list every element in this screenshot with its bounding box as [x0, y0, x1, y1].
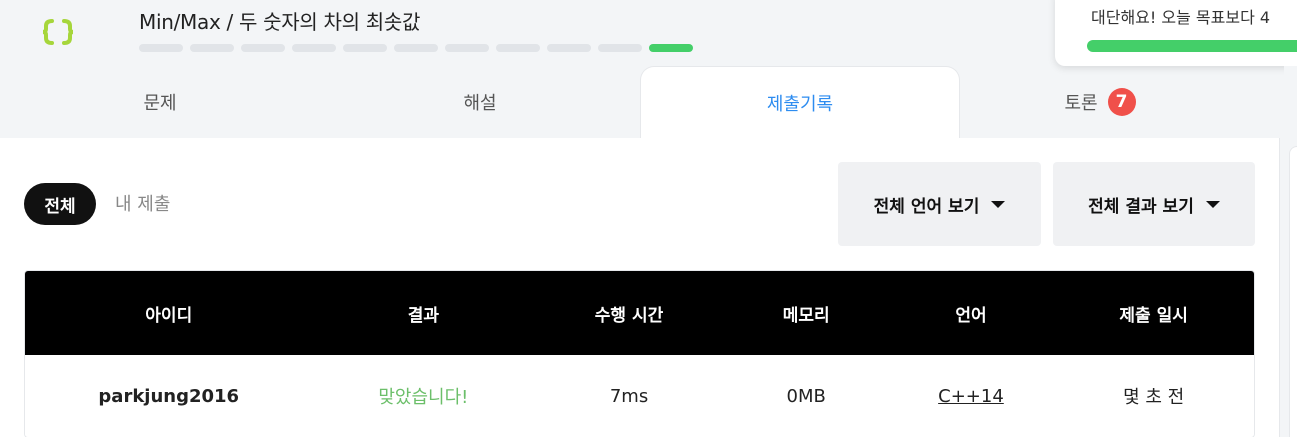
daily-goal-card: 대단해요! 오늘 목표보다 4 [1055, 0, 1297, 66]
tab-label: 토론 [1064, 93, 1098, 114]
column-header-language: 언어 [955, 305, 987, 326]
cell-time: 7ms [609, 385, 649, 407]
side-panel-edge [1284, 66, 1297, 437]
progress-step [598, 44, 642, 52]
dropdown-label: 전체 결과 보기 [1088, 196, 1194, 217]
caret-down-icon [1205, 200, 1220, 208]
caret-down-icon [991, 200, 1006, 208]
column-header-submitted: 제출 일시 [1119, 305, 1188, 326]
problem-progress [139, 44, 693, 52]
tab-solution[interactable]: 해설 [320, 66, 640, 138]
page: Min/Max / 두 숫자의 차의 최솟값 대단해요! 오늘 목표보다 4 문… [0, 0, 1297, 437]
progress-step [343, 44, 387, 52]
submissions-panel: 전체 내 제출 전체 언어 보기 전체 결과 보기 아이디 결과 수행 시간 메… [0, 138, 1280, 437]
braces-logo-icon[interactable] [38, 12, 78, 52]
column-header-id: 아이디 [145, 305, 193, 326]
goal-text: 대단해요! 오늘 목표보다 4 [1091, 8, 1271, 27]
language-code-link[interactable]: C++14 [938, 386, 1004, 407]
tab-problem[interactable]: 문제 [0, 66, 320, 138]
progress-step [547, 44, 591, 52]
progress-step [139, 44, 183, 52]
tab-discussion[interactable]: 토론 7 [940, 66, 1260, 138]
side-panel [1289, 146, 1297, 437]
table-row[interactable]: parkjung2016 맞았습니다! 7ms 0MB C++14 몇 초 전 [25, 355, 1254, 437]
tab-label: 문제 [143, 93, 177, 114]
result-filter-dropdown[interactable]: 전체 결과 보기 [1053, 162, 1255, 246]
cell-result: 맞았습니다! [378, 387, 469, 408]
filter-all-button[interactable]: 전체 [24, 183, 96, 225]
cell-language: C++14 [889, 355, 1054, 437]
table-header: 아이디 결과 수행 시간 메모리 언어 제출 일시 [25, 271, 1254, 355]
language-filter-dropdown[interactable]: 전체 언어 보기 [838, 162, 1041, 246]
tab-bar: 문제 해설 제출기록 토론 7 [0, 66, 1280, 139]
tab-submissions[interactable]: 제출기록 [640, 66, 960, 139]
submissions-table: 아이디 결과 수행 시간 메모리 언어 제출 일시 parkjung2016 맞… [24, 270, 1255, 437]
cell-submitted: 몇 초 전 [1123, 387, 1185, 408]
dropdown-label: 전체 언어 보기 [873, 196, 980, 217]
tab-label: 해설 [463, 93, 497, 114]
progress-step [241, 44, 285, 52]
progress-step [190, 44, 234, 52]
filter-mine-button[interactable]: 내 제출 [115, 190, 170, 216]
column-header-time: 수행 시간 [594, 305, 664, 326]
tab-label: 제출기록 [766, 94, 834, 115]
progress-step [394, 44, 438, 52]
discussion-count-badge: 7 [1107, 88, 1136, 116]
progress-step [292, 44, 336, 52]
page-title: Min/Max / 두 숫자의 차의 최솟값 [139, 10, 421, 34]
goal-progress-bar [1087, 40, 1297, 52]
progress-step [445, 44, 489, 52]
progress-step [649, 44, 693, 52]
column-header-memory: 메모리 [782, 305, 830, 326]
cell-memory: 0MB [786, 385, 826, 407]
column-header-result: 결과 [407, 305, 439, 326]
cell-user: parkjung2016 [98, 385, 240, 407]
progress-step [496, 44, 540, 52]
